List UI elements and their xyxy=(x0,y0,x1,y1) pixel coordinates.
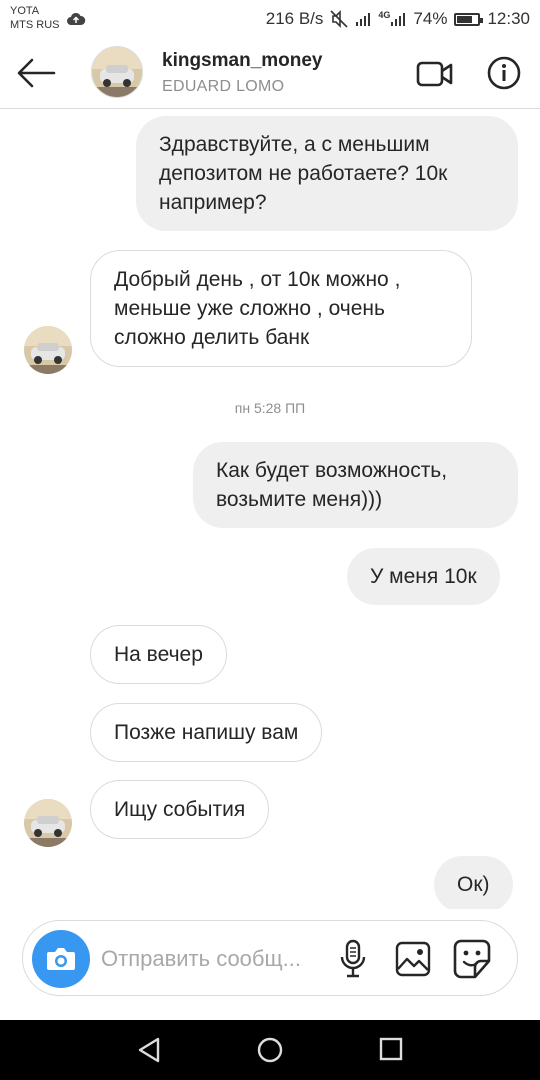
chat-header: kingsman_money EDUARD LOMO xyxy=(0,38,540,109)
mute-icon xyxy=(330,10,348,28)
message-timestamp: пн 5:28 ПП xyxy=(234,400,306,416)
message-bubble[interactable]: Добрый день , от 10к можно , меньше уже … xyxy=(90,250,472,367)
sticker-icon[interactable] xyxy=(453,939,491,979)
microphone-icon[interactable] xyxy=(339,939,367,979)
info-icon[interactable] xyxy=(487,56,521,90)
avatar[interactable] xyxy=(24,799,72,847)
carrier-info: YOTA MTS RUS xyxy=(10,4,60,32)
nav-home-icon[interactable] xyxy=(256,1036,284,1064)
nav-back-icon[interactable] xyxy=(136,1036,164,1064)
system-navigation-bar xyxy=(0,1020,540,1080)
cloud-upload-icon xyxy=(67,12,86,25)
avatar[interactable] xyxy=(24,326,72,374)
nav-recent-icon[interactable] xyxy=(378,1036,404,1062)
status-bar: YOTA MTS RUS 216 B/s 4G 74% 12:30 xyxy=(0,0,540,38)
message-bubble[interactable]: Здравствуйте, а с меньшим депозитом не р… xyxy=(136,116,518,231)
network-speed: 216 B/s xyxy=(265,9,324,28)
message-bubble[interactable]: У меня 10к xyxy=(347,548,500,605)
message-bubble[interactable]: На вечер xyxy=(90,625,227,684)
chat-username[interactable]: kingsman_money xyxy=(162,50,323,72)
video-call-icon[interactable] xyxy=(416,60,454,88)
message-bubble[interactable]: Ищу события xyxy=(90,780,270,839)
message-input[interactable] xyxy=(101,941,323,977)
message-bubble[interactable]: Позже напишу вам xyxy=(90,703,323,762)
carrier-primary: YOTA xyxy=(10,5,40,17)
message-composer xyxy=(22,920,518,996)
carrier-secondary: MTS RUS xyxy=(10,19,60,31)
back-arrow-icon[interactable] xyxy=(16,56,56,90)
signal-icon xyxy=(391,13,406,26)
avatar[interactable] xyxy=(91,46,143,98)
battery-icon xyxy=(454,12,484,26)
gallery-icon[interactable] xyxy=(395,941,431,977)
status-indicators: 216 B/s 4G 74% 12:30 xyxy=(266,8,530,30)
message-thread[interactable]: Здравствуйте, а с меньшим депозитом не р… xyxy=(0,109,540,909)
message-bubble[interactable]: Ок) xyxy=(434,856,513,909)
battery-fill xyxy=(457,15,473,23)
message-bubble[interactable]: Как будет возможность, возьмите меня))) xyxy=(193,442,518,528)
clock: 12:30 xyxy=(487,9,530,28)
camera-button[interactable] xyxy=(32,930,90,988)
signal-icon xyxy=(356,13,371,26)
battery-percent: 74% xyxy=(413,9,448,28)
chat-real-name: EDUARD LOMO xyxy=(162,78,285,95)
camera-icon xyxy=(47,948,75,970)
network-type-label: 4G xyxy=(378,10,391,20)
